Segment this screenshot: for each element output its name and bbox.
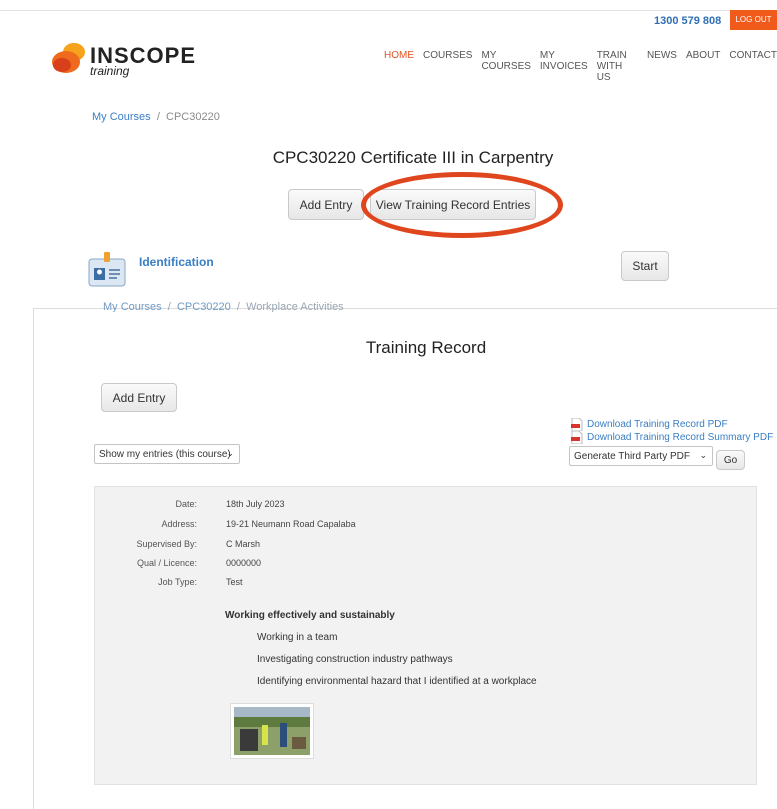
field-value-date: 18th July 2023 — [226, 499, 285, 509]
download-pdf-label: Download Training Record PDF — [587, 419, 728, 430]
field-label-date: Date: — [175, 499, 197, 509]
download-summary-pdf-label: Download Training Record Summary PDF — [587, 432, 774, 443]
entries-filter-select[interactable]: Show my entries (this course) ⌄ — [94, 444, 240, 464]
header-divider — [0, 10, 777, 11]
training-record-entry — [94, 486, 757, 785]
entries-filter-value: Show my entries (this course) — [99, 448, 231, 460]
unit-item: Identifying environmental hazard that I … — [257, 676, 537, 687]
go-button[interactable]: Go — [716, 450, 745, 470]
breadcrumb-my-courses[interactable]: My Courses — [92, 111, 151, 123]
add-entry-button[interactable]: Add Entry — [288, 189, 364, 220]
highlight-annotation-ellipse — [361, 172, 563, 238]
field-value-supervised-by: C Marsh — [226, 539, 261, 549]
add-entry-button-2[interactable]: Add Entry — [101, 383, 177, 412]
chevron-down-icon: ⌄ — [699, 450, 707, 460]
nav-home[interactable]: HOME — [384, 50, 414, 83]
field-label-qual-licence: Qual / Licence: — [136, 558, 197, 568]
photo-image — [234, 707, 310, 755]
module-identification-link[interactable]: Identification — [139, 255, 214, 269]
unit-item: Investigating construction industry path… — [257, 654, 453, 665]
field-label-job-type: Job Type: — [158, 577, 197, 587]
nav-contact[interactable]: CONTACT — [729, 50, 777, 83]
course-title: CPC30220 Certificate III in Carpentry — [272, 148, 554, 167]
download-summary-pdf-link[interactable]: Download Training Record Summary PDF — [571, 431, 773, 444]
nav-my-courses[interactable]: MY COURSES — [481, 50, 530, 83]
third-party-pdf-value: Generate Third Party PDF — [574, 450, 690, 462]
logout-button[interactable]: LOG OUT — [730, 10, 777, 30]
nav-train-with-us[interactable]: TRAIN WITH US — [597, 50, 638, 83]
training-record-title: Training Record — [365, 338, 487, 357]
unit-section-title: Working effectively and sustainably — [225, 610, 395, 621]
field-value-address: 19-21 Neumann Road Capalaba — [226, 519, 356, 529]
field-value-job-type: Test — [226, 577, 243, 587]
third-party-pdf-select[interactable]: Generate Third Party PDF ⌄ — [569, 446, 713, 466]
pdf-icon — [571, 431, 583, 444]
breadcrumb-current: CPC30220 — [166, 111, 220, 123]
download-pdf-link[interactable]: Download Training Record PDF — [571, 418, 728, 431]
breadcrumb: My Courses / CPC30220 — [92, 111, 220, 123]
chevron-down-icon: ⌄ — [226, 448, 234, 458]
field-label-supervised-by: Supervised By: — [136, 539, 197, 549]
field-value-qual-licence: 0000000 — [226, 558, 262, 568]
logo-mark-icon[interactable] — [50, 40, 90, 76]
field-label-address: Address: — [161, 519, 197, 529]
breadcrumb-secondary: My Courses / CPC30220 / Workplace Activi… — [103, 301, 344, 312]
nav-my-invoices[interactable]: MY INVOICES — [540, 50, 588, 83]
logo-subtext: training — [90, 64, 130, 78]
nav-courses[interactable]: COURSES — [423, 50, 472, 83]
id-card-icon[interactable] — [88, 251, 126, 287]
pdf-icon — [571, 418, 583, 431]
start-button[interactable]: Start — [621, 251, 669, 281]
breadcrumb-course-2[interactable]: CPC30220 — [177, 301, 231, 312]
phone-number[interactable]: 1300 579 808 — [654, 15, 721, 27]
unit-item: Working in a team — [257, 632, 338, 643]
nav-news[interactable]: NEWS — [647, 50, 677, 83]
breadcrumb-current-2: Workplace Activities — [246, 301, 344, 312]
main-nav: HOME COURSES MY COURSES MY INVOICES TRAI… — [384, 50, 777, 83]
entry-photo-thumbnail[interactable] — [230, 703, 314, 759]
nav-about[interactable]: ABOUT — [686, 50, 720, 83]
breadcrumb-separator: / — [156, 111, 160, 123]
breadcrumb-my-courses-2[interactable]: My Courses — [103, 301, 162, 312]
